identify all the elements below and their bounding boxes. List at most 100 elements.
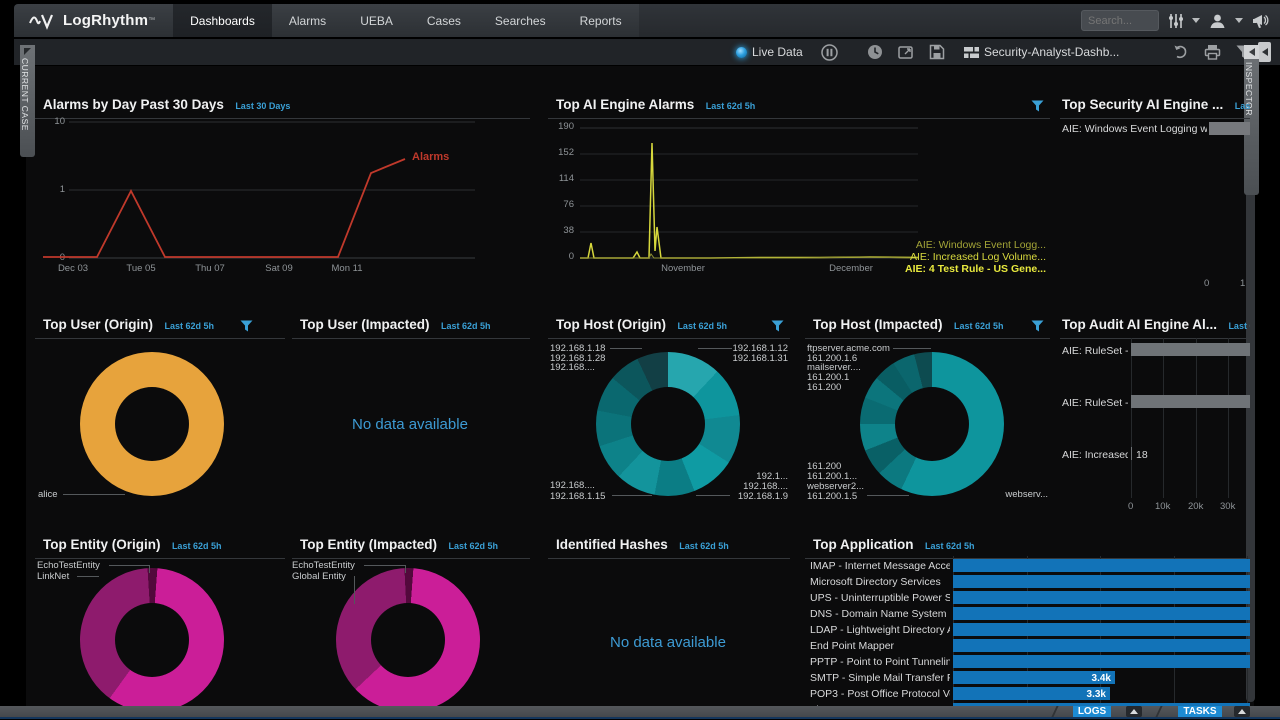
dock-separator [1051,706,1058,717]
panel-time-range: Last 62d 5h [1228,321,1250,331]
app-bar[interactable] [953,655,1250,668]
panel-top-user-impacted: Top User (Impacted) Last 62d 5h No data … [292,312,530,516]
x-tick: 30k [1220,501,1235,512]
user-origin-donut-chart[interactable] [80,352,224,496]
leader-line [109,565,149,566]
leader-line [364,565,405,566]
panel-top-entity-origin: Top Entity (Origin) Last 62d 5h EchoTest… [35,532,285,706]
ai-engine-line-chart[interactable] [560,112,930,272]
host-origin-donut-chart[interactable] [596,352,740,496]
panel-time-range: Last 62d 5h [677,321,727,331]
app-bar[interactable] [953,623,1250,636]
live-data-toggle[interactable]: Live Data [736,39,803,65]
nav-item-alarms[interactable]: Alarms [272,4,343,37]
bottom-dock-bar: LOGS TASKS [0,706,1280,717]
leader-line [610,348,642,349]
panel-title: Top Application [813,537,914,552]
panel-time-range: Last 62d 5h [679,541,729,551]
host-impacted-donut-chart[interactable] [860,352,1004,496]
nav-item-ueba[interactable]: UEBA [343,4,410,37]
panel-filter-icon[interactable] [771,320,784,332]
bar-value: 3.4k [1055,673,1111,684]
donut-slice-label: webserv... [1005,489,1048,500]
bar-label: AIE: Windows Event Logging w/o Res... [1062,123,1207,135]
x-tick: 0 [1204,278,1209,289]
bar-label: UPS - Uninterruptible Power Supply [810,592,950,604]
leader-line [867,495,909,496]
leader-line [77,576,99,577]
collapse-arrow-icon [1262,48,1268,56]
collapse-toolbar-button[interactable] [1258,39,1271,65]
panel-time-range: Last 62d 5h [1235,101,1250,111]
audit-bar[interactable] [1131,447,1132,460]
bar-label: End Point Mapper [810,640,950,652]
app-bar[interactable] [953,591,1250,604]
audit-bar[interactable] [1131,395,1250,408]
pause-button[interactable] [821,39,838,65]
panel-time-range: Last 62d 5h [925,541,975,551]
print-button[interactable] [1204,39,1221,65]
donut-slice-label: 192.168.1.31 [733,353,788,364]
bottom-accent-strip [0,717,1280,719]
logrhythm-dashboard: LogRhythm ™ Dashboards Alarms UEBA Cases… [0,0,1280,720]
live-data-label: Live Data [752,45,803,59]
undo-button[interactable] [1172,39,1188,65]
dock-separator [1155,706,1162,717]
x-tick: Dec 03 [48,263,98,274]
nav-item-dashboards[interactable]: Dashboards [173,4,272,37]
expand-up-icon [1238,709,1246,714]
leader-line [405,565,406,573]
app-bar[interactable] [953,639,1250,652]
no-data-message: No data available [352,416,468,433]
entity-origin-donut-chart[interactable] [80,568,224,706]
x-tick: Tue 05 [116,263,166,274]
time-range-button[interactable] [867,39,883,65]
settings-caret-icon[interactable] [1192,18,1200,23]
panel-filter-icon[interactable] [240,320,253,332]
logs-expand-button[interactable] [1126,706,1142,717]
panel-top-security-ai-engine: Top Security AI Engine ... Last 62d 5h A… [1060,92,1250,300]
panel-title: Top Entity (Impacted) [300,537,437,552]
entity-impacted-donut-chart[interactable] [336,568,480,706]
panel-filter-icon[interactable] [1031,320,1044,332]
tasks-expand-button[interactable] [1234,706,1250,717]
megaphone-icon[interactable] [1252,13,1270,29]
save-dashboard-button[interactable] [929,39,945,65]
x-tick: Mon 11 [322,263,372,274]
brand[interactable]: LogRhythm ™ [14,4,173,37]
legend-item[interactable]: AIE: Increased Log Volume... [910,251,1046,263]
settings-sliders-icon[interactable] [1168,13,1183,29]
alarms-line-chart[interactable] [35,112,530,272]
leader-line [612,495,652,496]
x-tick: November [648,263,718,274]
legend-item[interactable]: AIE: 4 Test Rule - US Gene... [905,263,1046,275]
leader-line [149,565,150,573]
panel-top-host-origin: Top Host (Origin) Last 62d 5h 192.168.1.… [548,312,790,516]
panel-title: Alarms by Day Past 30 Days [43,97,224,112]
panel-time-range: Last 62d 5h [164,321,214,331]
app-bar[interactable] [953,575,1250,588]
bar-label: DNS - Domain Name System [810,608,950,620]
current-case-label: CURRENT CASE [20,58,30,131]
legend-item[interactable]: AIE: Windows Event Logg... [916,239,1046,251]
logs-tab[interactable]: LOGS [1073,706,1111,717]
dashboard-selector[interactable]: Security-Analyst-Dashb... [964,39,1119,65]
app-bar[interactable] [953,559,1250,572]
audit-bar[interactable] [1131,343,1250,356]
top-nav-bar: LogRhythm ™ Dashboards Alarms UEBA Cases… [14,4,1280,37]
panel-time-range: Last 62d 5h [954,321,1004,331]
panel-title: Top Entity (Origin) [43,537,160,552]
user-icon[interactable] [1209,13,1226,29]
current-case-tab[interactable]: CURRENT CASE [20,45,35,157]
popout-widget-button[interactable] [898,39,915,65]
nav-item-reports[interactable]: Reports [563,4,639,37]
search-input[interactable] [1081,10,1159,31]
panel-title: Top Audit AI Engine Al... [1062,317,1217,332]
app-bar[interactable] [953,607,1250,620]
panel-filter-icon[interactable] [1031,100,1044,112]
nav-item-searches[interactable]: Searches [478,4,563,37]
nav-item-cases[interactable]: Cases [410,4,478,37]
user-caret-icon[interactable] [1235,18,1243,23]
tasks-tab[interactable]: TASKS [1178,706,1222,717]
security-aie-bar[interactable] [1209,122,1250,135]
